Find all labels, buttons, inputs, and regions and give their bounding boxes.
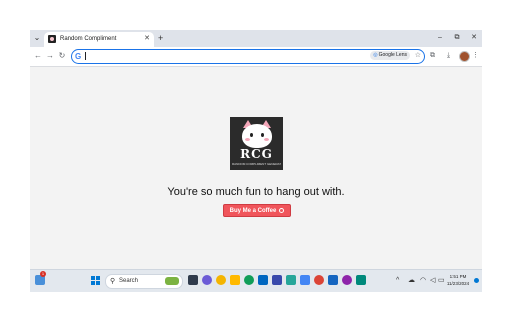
onedrive-icon[interactable]: ☁ [408,276,415,286]
restore-button[interactable]: ⧉ [451,32,463,44]
widget-badge: 1 [40,271,46,277]
chrome-canary-icon[interactable] [216,275,226,285]
start-button[interactable] [91,276,100,285]
store-icon[interactable] [258,275,268,285]
app-logo: RCG RANDOM COMPLIMENT GENERATOR [230,117,283,170]
cat-face-icon [242,124,272,148]
lens-icon: ◎ [373,52,378,58]
system-clock[interactable]: 1:51 PM 11/23/2024 [445,273,471,287]
google-lens-button[interactable]: ◎Google Lens [370,51,410,60]
clock-date: 11/23/2024 [446,281,470,286]
chrome-icon[interactable] [314,275,324,285]
text-caret [85,52,86,60]
file-explorer-icon[interactable] [230,275,240,285]
app-icon-blue[interactable] [272,275,282,285]
search-icon: ⚲ [110,278,116,285]
page-content: RCG RANDOM COMPLIMENT GENERATOR You're s… [30,67,482,269]
windows-taskbar: 1 ⚲ Search ^ ☁ ◠ ◁ ▭ 1:51 PM 11/23/2024 [30,269,482,292]
app-icon-n[interactable] [300,275,310,285]
google-lens-label: Google Lens [378,52,407,58]
desktop-screen: ⌄ Random Compliment ✕ + – ⧉ ✕ ← → ↻ G ◎G… [0,0,512,320]
logo-subtitle: RANDOM COMPLIMENT GENERATOR [232,162,281,166]
notification-icon[interactable] [474,278,479,283]
browser-toolbar: ← → ↻ G ◎Google Lens ☆ ⧉ ⤓ ⋮ [30,47,482,67]
forward-button[interactable]: → [45,51,55,61]
address-bar[interactable]: G ◎Google Lens ☆ [71,49,425,64]
app-icon-purple[interactable] [342,275,352,285]
minimize-button[interactable]: – [434,32,446,44]
cat-right-eye [261,133,264,137]
cat-left-eye [250,133,253,137]
battery-icon[interactable]: ▭ [438,276,445,286]
close-window-button[interactable]: ✕ [468,32,480,44]
wifi-icon[interactable]: ◠ [420,276,426,286]
app-icon-green[interactable] [356,275,366,285]
google-icon: G [75,52,82,61]
cat-right-blush [264,138,269,141]
reload-button[interactable]: ↻ [57,51,67,61]
menu-icon[interactable]: ⋮ [470,50,481,61]
clock-time: 1:51 PM [449,274,467,279]
tray-chevron-icon[interactable]: ^ [396,276,399,286]
edge-icon[interactable] [244,275,254,285]
task-view-icon[interactable] [188,275,198,285]
bookmark-star-icon[interactable]: ☆ [415,51,421,61]
tab-random-compliment[interactable]: Random Compliment ✕ [44,32,154,47]
chat-icon[interactable] [202,275,212,285]
tab-close-icon[interactable]: ✕ [144,34,150,44]
coffee-cup-icon [279,208,285,213]
search-placeholder: Search [119,278,139,284]
download-icon[interactable]: ⤓ [443,50,454,61]
tab-search-icon[interactable]: ⌄ [32,33,42,43]
volume-icon[interactable]: ◁ [430,276,435,286]
coffee-button-label: Buy Me a Coffee [229,208,277,214]
favicon-icon [48,35,56,43]
taskbar-search-input[interactable]: ⚲ Search [105,274,183,289]
new-tab-icon[interactable]: + [158,33,163,43]
logo-mark-text: RCG [240,147,273,161]
search-highlight-icon [165,277,179,285]
profile-avatar[interactable] [459,51,470,62]
extensions-icon[interactable]: ⧉ [427,50,438,61]
buy-me-a-coffee-button[interactable]: Buy Me a Coffee [223,204,291,217]
back-button[interactable]: ← [33,51,43,61]
tab-strip: ⌄ Random Compliment ✕ + – ⧉ ✕ [30,30,482,47]
tab-title: Random Compliment [60,36,117,42]
cat-left-blush [245,138,250,141]
browser-window: ⌄ Random Compliment ✕ + – ⧉ ✕ ← → ↻ G ◎G… [30,30,482,292]
app-icon-teal[interactable] [286,275,296,285]
compliment-text: You're so much fun to hang out with. [167,186,345,198]
outlook-icon[interactable] [328,275,338,285]
